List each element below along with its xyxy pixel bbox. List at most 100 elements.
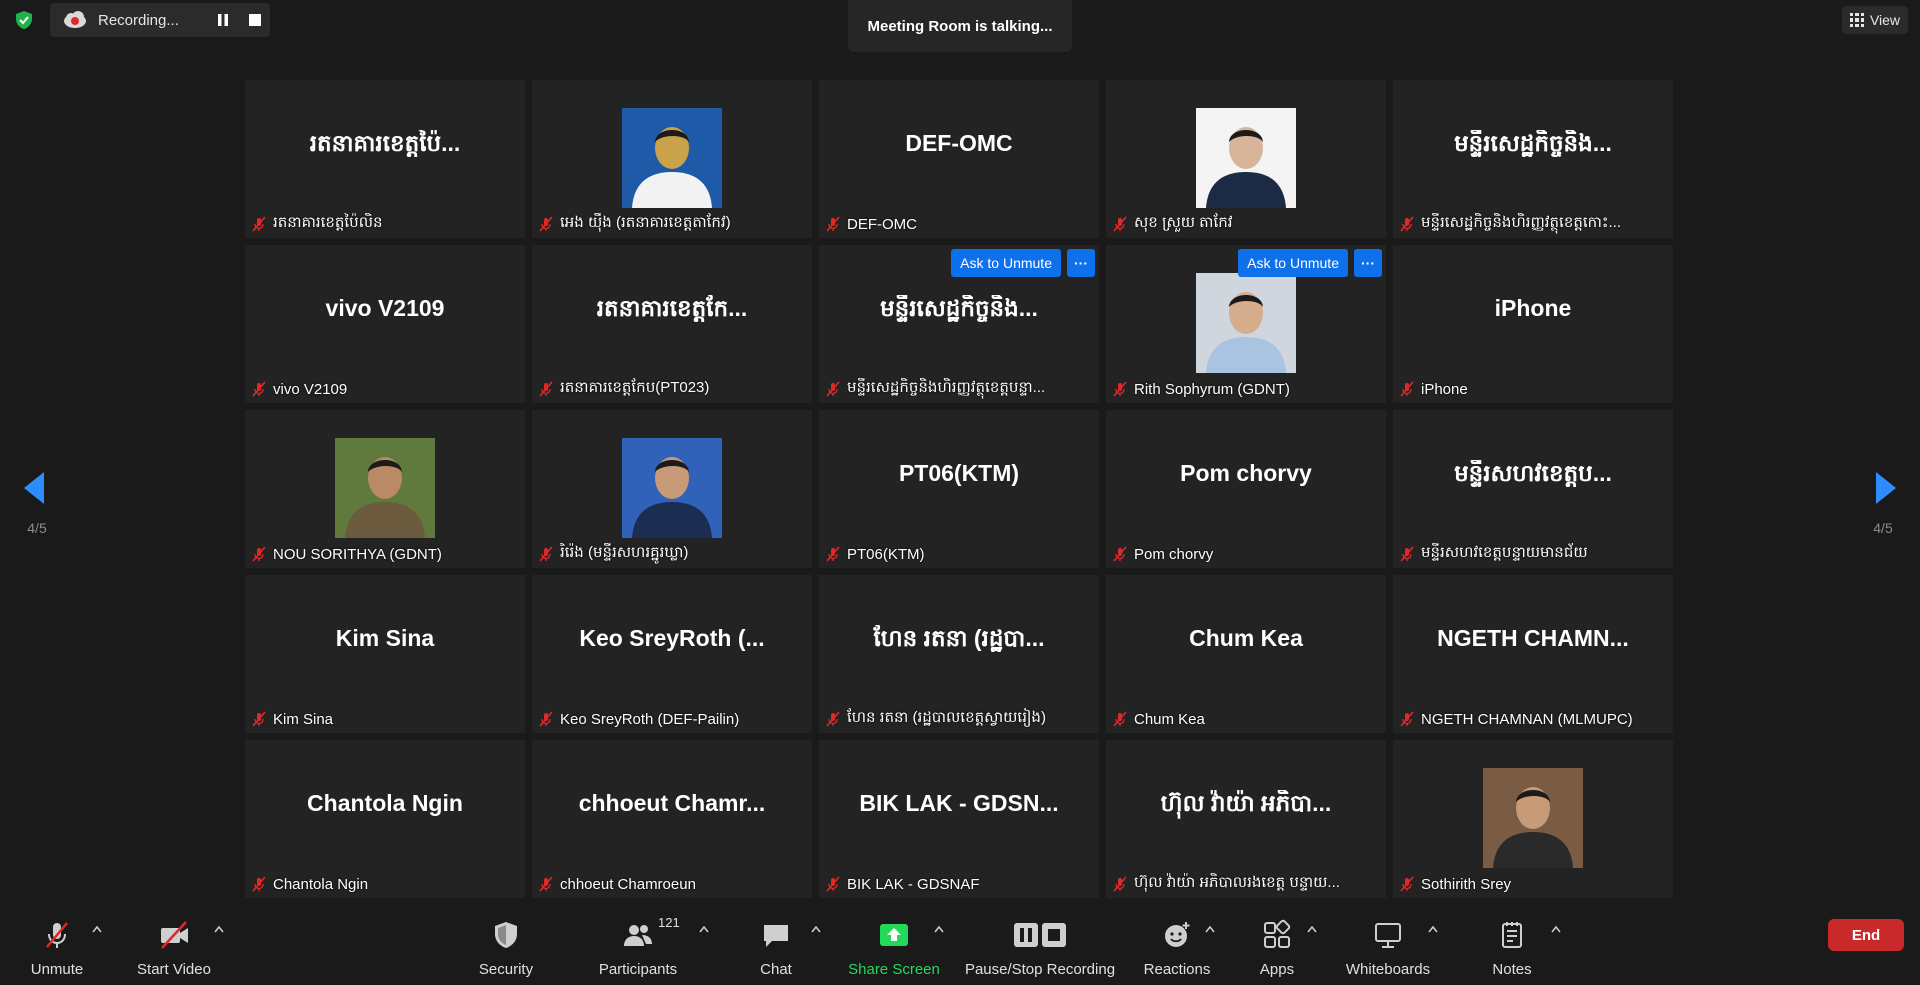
participant-tile[interactable]: Sothirith Srey xyxy=(1393,740,1673,898)
video-options-chevron-icon[interactable] xyxy=(214,925,224,933)
participant-tile[interactable]: សុខ ស្រួយ តាកែវ xyxy=(1106,80,1386,238)
participant-tile[interactable]: អេង យ៉ឹង (រតនាគារខេត្តតាកែវ) xyxy=(532,80,812,238)
notes-options-chevron-icon[interactable] xyxy=(1551,925,1561,933)
reactions-label: Reactions xyxy=(1143,961,1211,978)
participant-display-name: NGETH CHAMN... xyxy=(1437,625,1629,651)
page-indicator-right: 4/5 xyxy=(1873,520,1893,536)
participant-nameplate: vivo V2109 xyxy=(249,378,521,400)
muted-mic-icon xyxy=(252,546,266,562)
share-options-chevron-icon[interactable] xyxy=(934,925,944,933)
participant-nameplate: Kim Sina xyxy=(249,708,521,730)
participant-name: មន្ទីរសេដ្ឋកិច្ចនិងហិរញ្ញវត្ថុខេត្តបន្ទា… xyxy=(847,379,1046,396)
whiteboards-button[interactable]: Whiteboards xyxy=(1344,913,1432,981)
apps-options-chevron-icon[interactable] xyxy=(1307,925,1317,933)
participant-video-grid: រតនាគារខេត្តប៉ៃ... រតនាគារខេត្តប៉ៃលិន អេង … xyxy=(245,80,1673,898)
participant-tile[interactable]: Ask to Unmute ··· Rith Sophyrum (GDNT) xyxy=(1106,245,1386,403)
participant-tile[interactable]: រិរ៉េង (មន្ទីរសហរគ្នូរឃ្លា) xyxy=(532,410,812,568)
more-options-button[interactable]: ··· xyxy=(1067,249,1095,277)
participant-tile[interactable]: BIK LAK - GDSN... BIK LAK - GDSNAF xyxy=(819,740,1099,898)
muted-mic-icon xyxy=(1113,216,1127,232)
next-page-icon[interactable] xyxy=(1874,470,1898,506)
meeting-toolbar: Unmute Start Video Security Participants… xyxy=(0,905,1920,985)
muted-mic-icon xyxy=(1113,546,1127,562)
participant-tile[interactable]: Kim Sina Kim Sina xyxy=(245,575,525,733)
security-shield-toolbar-icon xyxy=(495,922,517,948)
muted-mic-icon xyxy=(1113,381,1127,397)
participant-name: BIK LAK - GDSNAF xyxy=(847,875,980,893)
ask-to-unmute-button[interactable]: Ask to Unmute xyxy=(1238,249,1348,277)
view-button[interactable]: View xyxy=(1842,6,1908,34)
participant-tile[interactable]: មន្ទីរសេដ្ឋកិច្ចនិង... មន្ទីរសេដ្ឋកិច្ចនិ… xyxy=(1393,80,1673,238)
apps-button[interactable]: Apps xyxy=(1257,913,1297,981)
security-shield-icon[interactable] xyxy=(14,10,34,30)
chat-options-chevron-icon[interactable] xyxy=(811,925,821,933)
whiteboards-options-chevron-icon[interactable] xyxy=(1428,925,1438,933)
participants-count: 121 xyxy=(658,915,680,930)
participant-tile[interactable]: ហ៊ុល វ៉ាយ៉ា អភិបា... ហ៊ុល វ៉ាយ៉ា អភិបាលរង… xyxy=(1106,740,1386,898)
participant-display-name: Pom chorvy xyxy=(1180,460,1312,486)
reactions-options-chevron-icon[interactable] xyxy=(1205,925,1215,933)
participant-nameplate: មន្ទីរសហវខេត្តបន្ទាយមានជ័យ xyxy=(1397,543,1669,565)
participant-name: រតនាគារខេត្តប៉ៃលិន xyxy=(273,214,383,231)
participant-tile[interactable]: Chantola Ngin Chantola Ngin xyxy=(245,740,525,898)
participants-button[interactable]: Participants 121 xyxy=(596,913,680,981)
participant-display-name: Keo SreyRoth (... xyxy=(579,625,765,651)
participant-name: Sothirith Srey xyxy=(1421,875,1512,893)
participants-label: Participants xyxy=(598,961,678,978)
muted-mic-icon xyxy=(539,546,553,562)
participants-icon xyxy=(624,925,652,946)
share-screen-button[interactable]: Share Screen xyxy=(848,913,940,981)
muted-mic-icon xyxy=(1400,546,1414,562)
participant-tile[interactable]: Chum Kea Chum Kea xyxy=(1106,575,1386,733)
participant-tile[interactable]: មន្ទីរសេដ្ឋកិច្ចនិង... Ask to Unmute ··· មន… xyxy=(819,245,1099,403)
reactions-button[interactable]: Reactions xyxy=(1142,913,1212,981)
participant-display-name: Chantola Ngin xyxy=(307,790,463,816)
participant-name: សុខ ស្រួយ តាកែវ xyxy=(1134,214,1233,231)
participant-nameplate: Sothirith Srey xyxy=(1397,873,1669,895)
participant-tile[interactable]: រតនាគារខេត្តប៉ៃ... រតនាគារខេត្តប៉ៃលិន xyxy=(245,80,525,238)
security-button[interactable]: Security xyxy=(476,913,536,981)
participant-tile[interactable]: Pom chorvy Pom chorvy xyxy=(1106,410,1386,568)
participant-display-name: Chum Kea xyxy=(1189,625,1303,651)
participant-name: DEF-OMC xyxy=(847,215,917,233)
participants-options-chevron-icon[interactable] xyxy=(699,925,709,933)
start-video-button[interactable]: Start Video xyxy=(132,913,216,981)
participant-nameplate: មន្ទីរសេដ្ឋកិច្ចនិងហិរញ្ញវត្ថុខេត្តបន្ទា… xyxy=(823,378,1095,400)
pause-stop-recording-button[interactable]: Pause/Stop Recording xyxy=(964,913,1116,981)
pause-recording-icon[interactable] xyxy=(216,13,230,27)
participant-tile[interactable]: NOU SORITHYA (GDNT) xyxy=(245,410,525,568)
participant-tile[interactable]: PT06(KTM) PT06(KTM) xyxy=(819,410,1099,568)
share-screen-arrow-icon xyxy=(880,924,908,946)
unmute-button[interactable]: Unmute xyxy=(22,913,92,981)
muted-mic-icon xyxy=(1400,216,1414,232)
participant-tile[interactable]: DEF-OMC DEF-OMC xyxy=(819,80,1099,238)
participant-tile[interactable]: មន្ទីរសហវខេត្តប... មន្ទីរសហវខេត្តបន្ទាយមា… xyxy=(1393,410,1673,568)
participant-tile[interactable]: chhoeut Chamr... chhoeut Chamroeun xyxy=(532,740,812,898)
ask-to-unmute-button[interactable]: Ask to Unmute xyxy=(951,249,1061,277)
participant-display-name: មន្ទីរសេដ្ឋកិច្ចនិង... xyxy=(1454,130,1612,156)
participant-tile[interactable]: ហែន រតនា (រដ្ឋបា... ហែន រតនា (រដ្ឋបាលខេត្… xyxy=(819,575,1099,733)
participant-tile[interactable]: vivo V2109 vivo V2109 xyxy=(245,245,525,403)
participant-name: chhoeut Chamroeun xyxy=(560,875,696,893)
participant-tile[interactable]: រតនាគារខេត្តកែ... រតនាគារខេត្តកែប(PT023) xyxy=(532,245,812,403)
microphone-muted-icon xyxy=(46,922,68,948)
participant-display-name: chhoeut Chamr... xyxy=(578,790,766,816)
participant-nameplate: សុខ ស្រួយ តាកែវ xyxy=(1110,213,1382,235)
participant-nameplate: BIK LAK - GDSNAF xyxy=(823,873,1095,895)
participant-tile[interactable]: Keo SreyRoth (... Keo SreyRoth (DEF-Paili… xyxy=(532,575,812,733)
audio-options-chevron-icon[interactable] xyxy=(92,925,102,933)
share-screen-label: Share Screen xyxy=(848,961,940,978)
end-meeting-button[interactable]: End xyxy=(1828,919,1904,951)
participant-display-name: iPhone xyxy=(1494,295,1572,321)
participant-nameplate: ហ៊ុល វ៉ាយ៉ា អភិបាលរងខេត្ត បន្ទាយ... xyxy=(1110,873,1382,895)
participant-tile[interactable]: NGETH CHAMN... NGETH CHAMNAN (MLMUPC) xyxy=(1393,575,1673,733)
notes-button[interactable]: Notes xyxy=(1490,913,1534,981)
previous-page-icon[interactable] xyxy=(22,470,46,506)
participant-avatar xyxy=(1196,273,1296,373)
participant-name: Pom chorvy xyxy=(1134,545,1214,563)
participant-nameplate: Keo SreyRoth (DEF-Pailin) xyxy=(536,708,808,730)
more-options-button[interactable]: ··· xyxy=(1354,249,1382,277)
stop-recording-icon[interactable] xyxy=(249,14,261,26)
chat-button[interactable]: Chat xyxy=(756,913,796,981)
participant-tile[interactable]: iPhone iPhone xyxy=(1393,245,1673,403)
